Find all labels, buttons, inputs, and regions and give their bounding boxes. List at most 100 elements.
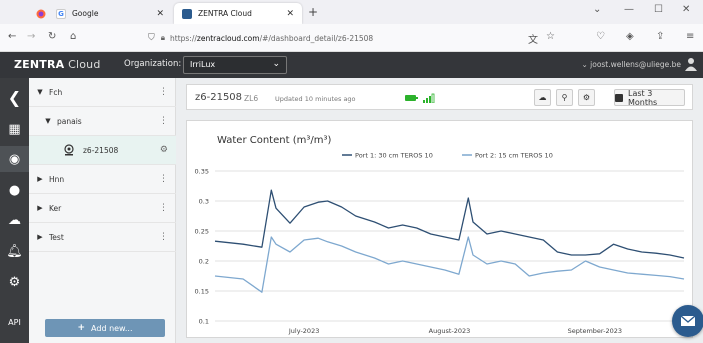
main-content: z6-21508 ZL6 Updated 10 minutes ago ☁ ⚲ … xyxy=(176,78,703,343)
home-icon[interactable]: ⌂ xyxy=(70,31,76,42)
node-menu-icon[interactable]: ⋮ xyxy=(159,203,168,213)
tab-list-chevron-icon[interactable]: ⌄ xyxy=(593,4,601,15)
address-bar[interactable]: ⛉ 🔒︎ https://zentracloud.com/#/dashboard… xyxy=(148,29,543,47)
cloud-icon[interactable]: ☁ xyxy=(534,89,551,106)
tree-node-test[interactable]: ▶ Test ⋮ xyxy=(29,223,176,252)
browser-nav-bar: ← → ↻ ⌂ ⛉ 🔒︎ https://zentracloud.com/#/d… xyxy=(0,24,703,52)
devices-icon[interactable]: ◉ xyxy=(0,146,29,172)
x-tick-label: August-2023 xyxy=(429,327,471,335)
user-avatar-icon[interactable] xyxy=(685,57,697,71)
share-icon[interactable]: ⇪ xyxy=(656,31,664,42)
device-header: z6-21508 ZL6 Updated 10 minutes ago ☁ ⚲ … xyxy=(186,84,693,110)
chart-title: Water Content (m³/m³) xyxy=(217,135,332,146)
url-prefix: https:// xyxy=(170,33,197,43)
chevron-down-icon[interactable]: ▼ xyxy=(43,117,53,125)
back-icon[interactable]: ← xyxy=(8,31,16,42)
google-icon: G xyxy=(56,8,66,19)
y-tick-label: 0.15 xyxy=(195,288,209,296)
forward-icon[interactable]: → xyxy=(27,31,35,42)
chevron-down-icon[interactable]: ▼ xyxy=(35,88,45,96)
new-tab-icon[interactable]: + xyxy=(308,5,318,19)
x-tick-label: July-2023 xyxy=(288,327,319,335)
date-range-button[interactable]: Last 3 Months xyxy=(614,89,685,107)
y-tick-label: 0.25 xyxy=(195,228,209,236)
menu-icon[interactable]: ≡ xyxy=(686,31,694,42)
tree-node-ker[interactable]: ▶ Ker ⋮ xyxy=(29,194,176,223)
tree-node-fch[interactable]: ▼ Fch ⋮ xyxy=(29,78,176,107)
device-name: z6-21508 xyxy=(195,92,243,103)
dashboard-grid-icon[interactable]: ▦ xyxy=(0,116,29,142)
window-close-icon[interactable]: ✕ xyxy=(682,4,690,15)
chevron-right-icon[interactable]: ▶ xyxy=(35,233,45,241)
cloud-download-icon[interactable]: ☁ xyxy=(0,207,29,233)
user-email: joost.wellens@uliege.be xyxy=(590,60,681,69)
brand-logo[interactable]: ZENTRA Cloud xyxy=(14,58,101,71)
reload-icon[interactable]: ↻ xyxy=(48,31,56,42)
sensor-icon xyxy=(64,144,74,156)
gear-icon[interactable]: ⚙ xyxy=(578,89,595,106)
extension-icon[interactable]: ◈ xyxy=(626,31,634,42)
minimize-icon[interactable]: — xyxy=(624,4,634,15)
organization-label: Organization: xyxy=(124,59,182,69)
maximize-icon[interactable]: ☐ xyxy=(654,4,663,15)
shield-icon: ⛉ xyxy=(148,33,155,43)
chevron-down-icon: ⌄ xyxy=(272,59,280,69)
y-tick-label: 0.35 xyxy=(195,168,209,176)
zentra-favicon-icon xyxy=(182,8,192,19)
node-menu-icon[interactable]: ⋮ xyxy=(159,116,168,126)
node-menu-icon[interactable]: ⋮ xyxy=(159,232,168,242)
app-header: ZENTRA Cloud Organization: IrriLux ⌄ ⌄ j… xyxy=(0,52,703,78)
tab-google[interactable]: G Google ✕ xyxy=(48,3,172,24)
users-icon[interactable]: ● xyxy=(0,177,29,203)
api-link[interactable]: API xyxy=(0,318,29,327)
battery-icon xyxy=(405,95,418,101)
plus-icon: + xyxy=(77,323,86,333)
bell-icon[interactable]: 🔔︎ xyxy=(0,238,29,264)
url-path: /#/dashboard_detail/z6-21508 xyxy=(259,33,374,43)
series-line-2 xyxy=(214,236,685,293)
organization-value: IrriLux xyxy=(190,60,216,69)
translate-icon[interactable]: 文 xyxy=(528,31,538,46)
gear-icon[interactable]: ⚙ xyxy=(0,269,29,295)
feedback-button[interactable] xyxy=(672,305,703,337)
mail-icon xyxy=(680,315,696,326)
tab-zentra[interactable]: ZENTRA Cloud ✕ xyxy=(174,3,302,24)
icon-rail: ❮ ▦ ◉ ● ☁ 🔔︎ ⚙ API xyxy=(0,78,29,343)
chevron-right-icon[interactable]: ▶ xyxy=(35,204,45,212)
save-pocket-icon[interactable]: ♡ xyxy=(596,31,605,42)
calendar-icon xyxy=(615,93,623,102)
device-type: ZL6 xyxy=(244,94,259,103)
chevron-right-icon[interactable]: ▶ xyxy=(35,175,45,183)
close-icon[interactable]: ✕ xyxy=(156,9,164,19)
tab-label: ZENTRA Cloud xyxy=(198,9,252,18)
node-menu-icon[interactable]: ⋮ xyxy=(159,87,168,97)
tree-node-panais[interactable]: ▼ panais ⋮ xyxy=(29,107,176,136)
browser-tab-strip: G Google ✕ ZENTRA Cloud ✕ + ⌄ — ☐ ✕ xyxy=(0,0,703,24)
lock-icon: 🔒︎ xyxy=(160,33,166,42)
location-pin-icon[interactable]: ⚲ xyxy=(556,89,573,106)
organization-select[interactable]: IrriLux ⌄ xyxy=(183,56,287,74)
tree-node-device[interactable]: z6-21508 ⚙ xyxy=(29,136,176,165)
y-tick-label: 0.3 xyxy=(199,198,209,206)
add-new-button[interactable]: + Add new... xyxy=(45,319,165,337)
node-menu-icon[interactable]: ⋮ xyxy=(159,174,168,184)
user-menu[interactable]: ⌄ joost.wellens@uliege.be xyxy=(581,60,681,69)
signal-strength-icon xyxy=(423,93,435,103)
tab-label: Google xyxy=(72,9,99,18)
series-line-1 xyxy=(214,189,685,259)
bookmark-star-icon[interactable]: ☆ xyxy=(546,31,555,42)
url-host: zentracloud.com xyxy=(196,33,260,43)
collapse-sidebar-icon[interactable]: ❮ xyxy=(0,82,29,112)
x-tick-label: September-2023 xyxy=(568,327,622,335)
firefox-icon xyxy=(36,9,46,18)
close-icon[interactable]: ✕ xyxy=(286,9,294,19)
y-tick-label: 0.1 xyxy=(199,318,209,326)
gear-icon[interactable]: ⚙ xyxy=(160,145,168,155)
water-content-chart: Water Content (m³/m³) 0.35 0.3 0.25 0.2 0.15… xyxy=(186,120,693,338)
y-tick-label: 0.2 xyxy=(199,258,209,266)
chart-canvas[interactable]: 0.35 0.3 0.25 0.2 0.15 0.1 July-2023 August-202… xyxy=(187,151,694,337)
legend-entry: Port 2: 15 cm TEROS 10 xyxy=(475,152,553,160)
device-tree: ▼ Fch ⋮ ▼ panais ⋮ z6-21508 ⚙ ▶ Hnn ⋮ ▶ … xyxy=(29,78,176,343)
legend-entry: Port 1: 30 cm TEROS 10 xyxy=(355,152,433,160)
tree-node-hnn[interactable]: ▶ Hnn ⋮ xyxy=(29,165,176,194)
